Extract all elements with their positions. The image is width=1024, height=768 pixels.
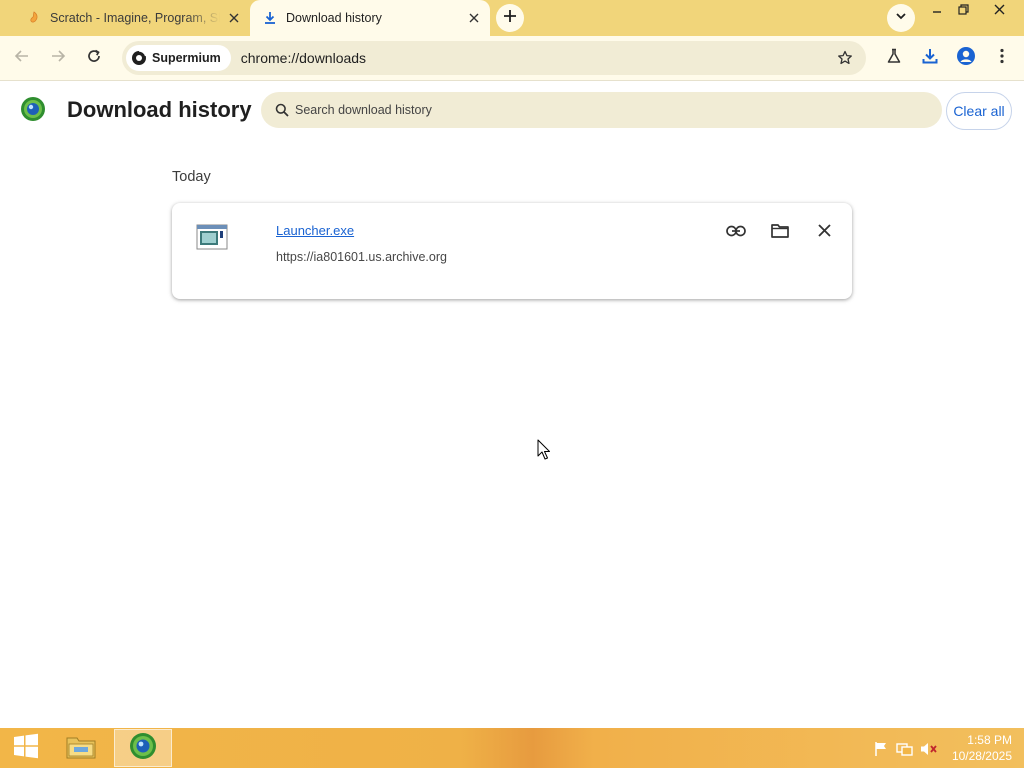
show-in-folder-button[interactable]	[766, 219, 794, 247]
back-button[interactable]	[8, 44, 36, 72]
close-icon	[817, 224, 831, 242]
close-icon	[994, 2, 1005, 20]
address-bar[interactable]: Supermium chrome://downloads	[122, 41, 866, 75]
page-title: Download history	[67, 97, 252, 122]
url-text: chrome://downloads	[240, 50, 367, 66]
menu-icon	[999, 48, 1005, 69]
labs-flask-icon	[886, 48, 902, 69]
arrow-right-icon	[50, 48, 66, 69]
tab-strip: Scratch - Imagine, Program, Share Downlo…	[0, 0, 1024, 36]
scratch-icon	[26, 10, 42, 26]
forward-button[interactable]	[44, 44, 72, 72]
remove-from-list-button[interactable]	[810, 219, 838, 247]
taskbar-file-explorer[interactable]	[52, 729, 110, 767]
taskbar: 1:58 PM 10/28/2025	[0, 728, 1024, 768]
system-clock[interactable]: 1:58 PM 10/28/2025	[946, 732, 1012, 764]
tab-scratch[interactable]: Scratch - Imagine, Program, Share	[14, 0, 250, 36]
date-heading: Today	[172, 169, 211, 185]
reload-icon	[86, 48, 102, 69]
search-icon	[273, 101, 291, 119]
file-explorer-icon	[65, 732, 97, 765]
site-info-chip[interactable]: Supermium	[126, 45, 231, 71]
plus-icon	[503, 9, 517, 28]
flag-icon[interactable]	[872, 740, 890, 758]
search-downloads[interactable]	[261, 92, 942, 128]
star-icon[interactable]	[834, 47, 856, 69]
chip-label: Supermium	[152, 51, 221, 65]
profile-icon	[956, 46, 976, 71]
restore-button[interactable]	[948, 0, 978, 22]
windows-logo-icon	[13, 733, 39, 764]
window-close-button[interactable]	[980, 0, 1018, 22]
tab-search-button[interactable]	[887, 4, 915, 32]
profile-button[interactable]	[952, 44, 980, 72]
clear-all-button[interactable]: Clear all	[946, 92, 1012, 130]
download-icon	[921, 47, 939, 70]
download-icon	[262, 10, 278, 26]
downloads-logo-icon	[20, 96, 46, 122]
mouse-pointer-icon	[537, 439, 551, 461]
chevron-down-icon	[895, 9, 907, 27]
arrow-left-icon	[14, 48, 30, 69]
tab-close-icon[interactable]	[464, 8, 484, 28]
tab-close-icon[interactable]	[224, 8, 244, 28]
browser-toolbar: Supermium chrome://downloads	[0, 36, 1024, 81]
minimize-icon	[932, 2, 942, 20]
clock-date: 10/28/2025	[951, 749, 1012, 763]
download-item: Launcher.exe https://ia801601.us.archive…	[172, 203, 852, 299]
restore-icon	[957, 2, 969, 20]
tab-download-history[interactable]: Download history	[250, 0, 490, 36]
clock-time: 1:58 PM	[967, 733, 1012, 747]
copy-link-button[interactable]	[722, 219, 750, 247]
menu-button[interactable]	[988, 44, 1016, 72]
search-input[interactable]	[295, 103, 895, 117]
file-source-url: https://ia801601.us.archive.org	[276, 250, 447, 264]
exe-file-icon	[196, 223, 228, 251]
volume-muted-icon[interactable]	[920, 740, 938, 758]
file-name-link[interactable]: Launcher.exe	[276, 223, 354, 238]
supermium-icon	[130, 49, 148, 67]
tab-title: Download history	[286, 11, 382, 25]
link-icon	[726, 224, 746, 242]
folder-icon	[771, 223, 789, 243]
tab-title: Scratch - Imagine, Program, Share	[50, 11, 220, 25]
reload-button[interactable]	[80, 44, 108, 72]
network-icon[interactable]	[896, 740, 914, 758]
labs-button[interactable]	[880, 44, 908, 72]
taskbar-supermium[interactable]	[114, 729, 172, 767]
new-tab-button[interactable]	[496, 4, 524, 32]
downloads-button[interactable]	[916, 44, 944, 72]
start-button[interactable]	[6, 728, 46, 768]
supermium-icon	[128, 731, 158, 766]
